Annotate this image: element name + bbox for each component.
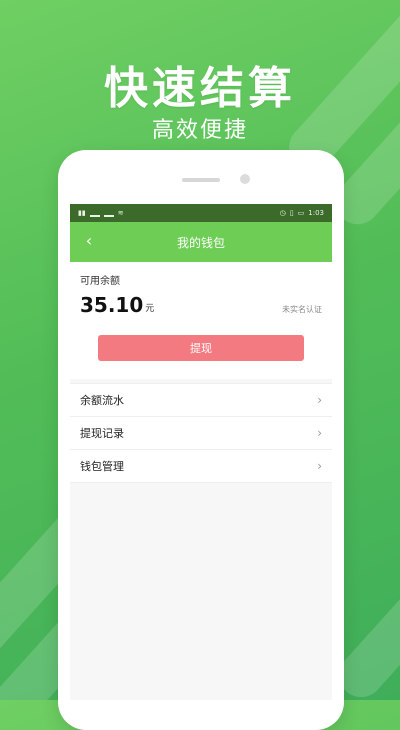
- menu-item-wallet-management[interactable]: 钱包管理 ›: [70, 449, 332, 483]
- chevron-left-icon[interactable]: ‹: [80, 231, 98, 251]
- chevron-right-icon: ›: [317, 459, 322, 473]
- chevron-right-icon: ›: [317, 393, 322, 407]
- battery-icon: ▭: [297, 209, 305, 217]
- balance-label: 可用余额: [80, 276, 120, 287]
- menu-item-label: 提现记录: [80, 427, 124, 440]
- hero-subtitle: 高效便捷: [151, 118, 248, 143]
- balance-card: 可用余额 35.10 元 未实名认证: [70, 262, 332, 329]
- app-screen: ▮▮ ≋ ◷ ▯ ▭ 1:03 ‹ 我的钱包 可用余额 35.10 元 未实名认…: [70, 204, 332, 700]
- status-left: ▮▮ ≋: [78, 209, 124, 217]
- menu-item-withdraw-records[interactable]: 提现记录 ›: [70, 416, 332, 449]
- status-right: ◷ ▯ ▭ 1:03: [280, 209, 324, 217]
- balance-amount: 35.10: [80, 293, 144, 317]
- balance-unit: 元: [145, 304, 155, 314]
- hero-title: 快速结算: [104, 63, 296, 114]
- wifi-icon: ≋: [117, 209, 124, 217]
- status-time: 1:03: [308, 209, 324, 217]
- earpiece: [182, 178, 220, 182]
- wallet-menu: 余额流水 › 提现记录 › 钱包管理 ›: [70, 383, 332, 483]
- menu-item-label: 钱包管理: [80, 460, 124, 473]
- realname-status[interactable]: 未实名认证: [282, 304, 322, 315]
- menu-item-balance-flow[interactable]: 余额流水 ›: [70, 383, 332, 416]
- vibrate-icon: ▯: [289, 209, 294, 217]
- withdraw-section: 提现: [70, 329, 332, 379]
- chevron-right-icon: ›: [317, 426, 322, 440]
- menu-item-label: 余额流水: [80, 394, 124, 407]
- sim-icon: ▮▮: [78, 209, 86, 217]
- signal-icon: [103, 209, 114, 217]
- alarm-icon: ◷: [279, 209, 286, 217]
- status-bar: ▮▮ ≋ ◷ ▯ ▭ 1:03: [70, 204, 332, 222]
- phone-frame: ▮▮ ≋ ◷ ▯ ▭ 1:03 ‹ 我的钱包 可用余额 35.10 元 未实名认…: [58, 150, 344, 730]
- nav-bar: ‹ 我的钱包: [70, 222, 332, 262]
- withdraw-button[interactable]: 提现: [98, 335, 304, 361]
- page-title: 我的钱包: [176, 235, 225, 250]
- camera-dot: [240, 174, 250, 184]
- signal-icon: [89, 209, 100, 217]
